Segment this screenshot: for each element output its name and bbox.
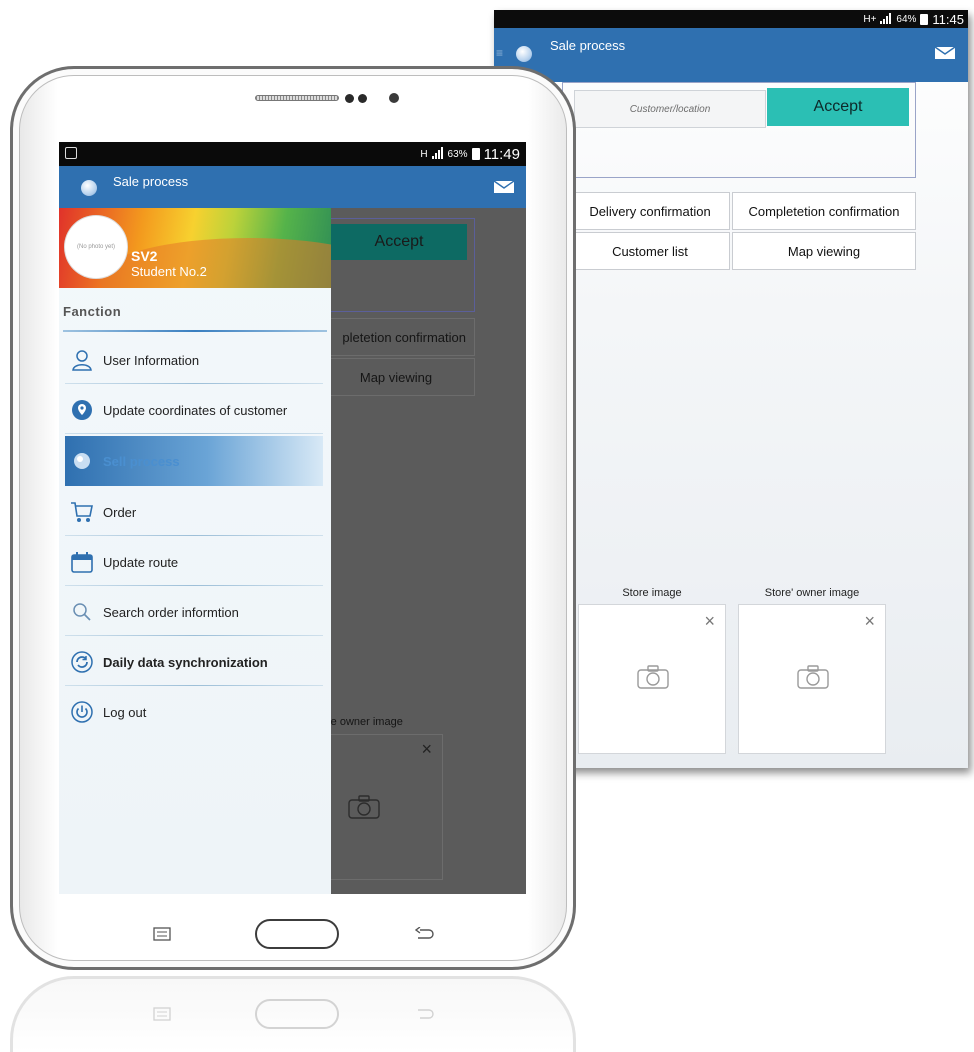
close-icon[interactable]: × <box>864 611 875 632</box>
section-title: Fanction <box>63 304 122 319</box>
screenshot-notification-icon <box>65 147 77 159</box>
status-bar: H+ 64% 11:45 <box>494 10 968 28</box>
back-key-icon[interactable] <box>414 926 435 946</box>
accept-button: Accept <box>331 224 467 260</box>
menu-item-label: Daily data synchronization <box>103 654 268 670</box>
back-key-icon <box>415 1007 435 1026</box>
battery-icon <box>920 13 929 25</box>
store-owner-image-label: re owner image <box>327 716 403 728</box>
tablet-screen: H 63% 11:49 Sale process Accept pletetio… <box>59 142 526 894</box>
mail-icon[interactable] <box>934 46 956 65</box>
close-icon[interactable]: × <box>704 611 715 632</box>
menu-item-label: Log out <box>103 704 147 720</box>
front-camera <box>389 93 399 103</box>
app-bar: Sale process <box>59 166 526 208</box>
app-bar: ≡ Sale process <box>494 28 968 82</box>
navigation-drawer: (No photo yet) SV2 Student No.2 Fanction… <box>59 208 331 894</box>
battery-percent: 63% <box>447 148 468 160</box>
menu-item-label: Sell process <box>103 453 180 469</box>
sync-icon <box>69 649 95 675</box>
menu-item-label: Update route <box>103 554 179 570</box>
store-owner-image-slot: × <box>321 734 443 880</box>
menu-item-daily-sync[interactable]: Daily data synchronization <box>65 638 323 686</box>
status-bar: H 63% 11:49 <box>59 142 526 166</box>
location-pin-icon <box>69 397 95 423</box>
divider <box>65 433 323 434</box>
store-image-slot[interactable]: × <box>578 604 726 754</box>
menu-key-icon <box>153 1007 171 1026</box>
signal-icon <box>880 12 892 27</box>
search-icon <box>69 599 95 625</box>
home-button-reflection <box>255 999 339 1029</box>
menu-item-sell-process[interactable]: Sell process <box>65 436 323 486</box>
camera-icon[interactable] <box>797 665 829 694</box>
map-viewing-button[interactable]: Map viewing <box>732 232 916 270</box>
divider <box>65 685 323 686</box>
tablet-reflection <box>10 976 576 1052</box>
clock: 11:45 <box>932 11 964 27</box>
menu-item-label: Update coordinates of customer <box>103 402 288 418</box>
menu-item-label: Order <box>103 504 137 520</box>
home-button[interactable] <box>255 919 339 949</box>
menu-item-order[interactable]: Order <box>65 488 323 536</box>
store-owner-image-label: Store' owner image <box>764 587 860 599</box>
menu-item-user-information[interactable]: User Information <box>65 336 323 384</box>
divider <box>65 383 323 384</box>
store-image-label: Store image <box>622 587 682 599</box>
menu-item-search-order[interactable]: Search order informtion <box>65 588 323 636</box>
accept-button[interactable]: Accept <box>767 88 909 126</box>
sensor-dot <box>345 94 354 103</box>
customer-location-field[interactable]: Customer/location <box>574 90 766 128</box>
user-icon <box>69 347 95 373</box>
sensor-dot <box>358 94 367 103</box>
camera-icon[interactable] <box>637 665 669 694</box>
section-divider <box>63 330 327 332</box>
menu-item-label: User Information <box>103 352 200 368</box>
speaker-grille <box>255 95 339 101</box>
battery-percent: 64% <box>896 13 917 25</box>
power-icon <box>69 699 95 725</box>
menu-item-update-route[interactable]: Update route <box>65 538 323 586</box>
close-icon: × <box>421 739 432 759</box>
customer-list-button[interactable]: Customer list <box>570 232 730 270</box>
drawer-header: (No photo yet) SV2 Student No.2 <box>59 208 331 288</box>
user-id: Student No.2 <box>131 264 207 279</box>
signal-type: H+ <box>863 13 877 25</box>
clock: 11:49 <box>483 145 520 163</box>
completion-confirmation-button[interactable]: Completetion confirmation <box>732 192 916 230</box>
user-name: SV2 <box>131 248 158 264</box>
calendar-icon <box>69 549 95 575</box>
menu-item-update-coordinates[interactable]: Update coordinates of customer <box>65 386 323 434</box>
app-logo-icon <box>81 180 97 196</box>
map-viewing-button: Map viewing <box>317 358 475 396</box>
sell-process-icon <box>69 448 95 474</box>
signal-type: H <box>420 148 428 160</box>
store-owner-image-slot[interactable]: × <box>738 604 886 754</box>
completion-confirmation-button: pletetion confirmation <box>317 318 475 356</box>
camera-icon <box>348 795 380 824</box>
menu-key-icon[interactable] <box>153 927 171 946</box>
delivery-confirmation-button[interactable]: Delivery confirmation <box>570 192 730 230</box>
app-title: Sale process <box>113 174 189 189</box>
signal-icon <box>431 146 444 163</box>
mail-icon[interactable] <box>493 180 515 199</box>
hamburger-icon[interactable]: ≡ <box>496 46 503 60</box>
menu-item-log-out[interactable]: Log out <box>65 688 323 736</box>
divider <box>65 585 323 586</box>
menu-item-label: Search order informtion <box>103 604 239 620</box>
divider <box>65 635 323 636</box>
cart-icon <box>69 499 95 525</box>
app-title: Sale process <box>550 38 626 53</box>
divider <box>65 535 323 536</box>
app-logo-icon <box>516 46 532 62</box>
avatar[interactable]: (No photo yet) <box>65 216 127 278</box>
battery-icon <box>471 148 480 160</box>
